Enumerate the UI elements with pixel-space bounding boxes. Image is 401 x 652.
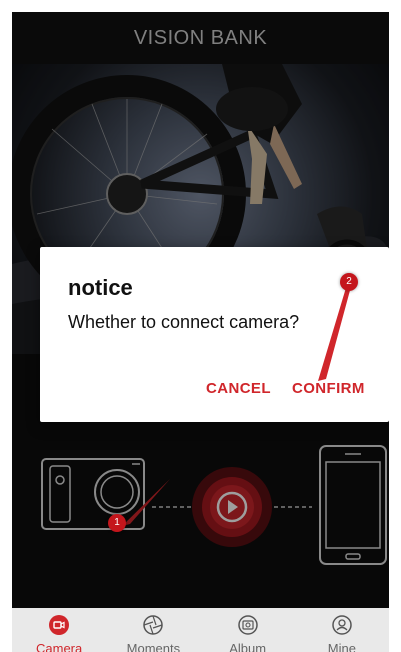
tab-moments[interactable]: Moments	[106, 608, 200, 652]
user-icon	[332, 615, 352, 635]
cancel-button[interactable]: CANCEL	[206, 380, 271, 397]
notice-dialog: notice Whether to connect camera? CANCEL…	[40, 247, 389, 422]
dialog-message: Whether to connect camera?	[68, 312, 300, 332]
tab-mine[interactable]: Mine	[295, 608, 389, 652]
annotation-arrow	[318, 281, 352, 381]
tab-camera[interactable]: Camera	[12, 608, 106, 652]
tab-album[interactable]: Album	[201, 608, 295, 652]
tab-label: Camera	[36, 641, 83, 652]
tab-label: Album	[229, 641, 267, 652]
album-icon	[237, 615, 258, 635]
step-badge-2: 2	[340, 273, 358, 291]
bottom-tab-bar: Camera Moments Album Mine	[12, 608, 389, 652]
aperture-icon	[143, 615, 164, 635]
camera-icon	[49, 615, 70, 635]
phone-screen: VISION BANK 1 notice Whether to connect …	[12, 12, 389, 652]
tab-label: Moments	[126, 641, 181, 652]
tab-label: Mine	[327, 641, 356, 652]
dialog-title: notice	[68, 275, 133, 300]
step-badge-1: 1	[108, 514, 126, 532]
